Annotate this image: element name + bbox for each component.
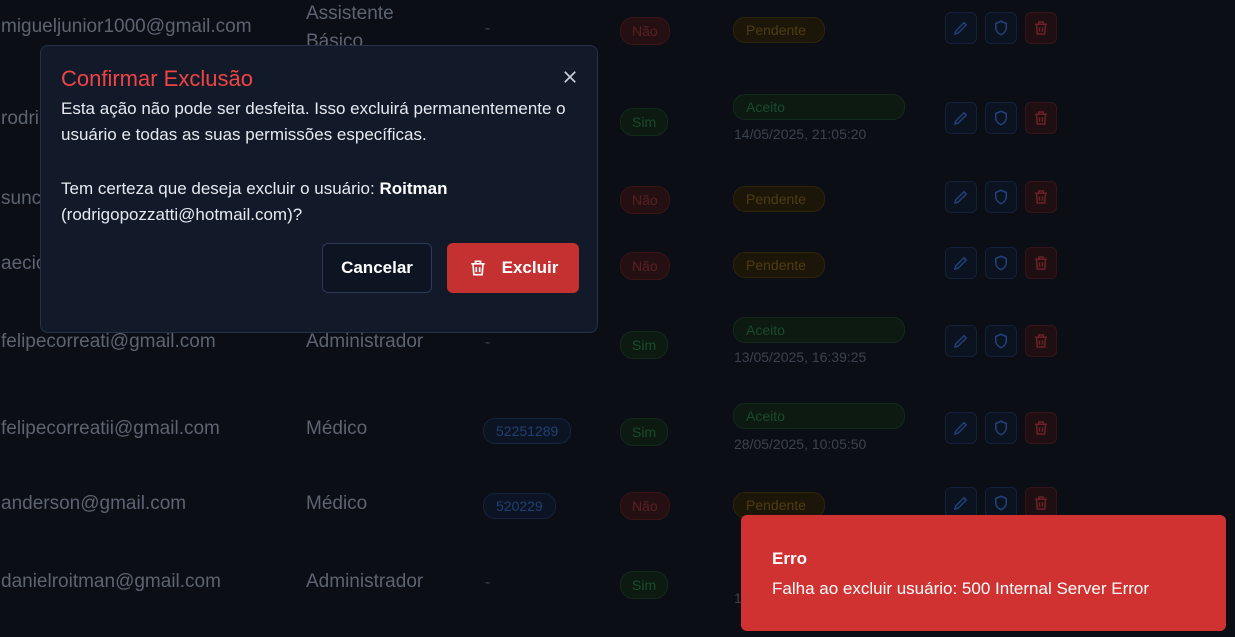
cancel-button[interactable]: Cancelar (322, 243, 432, 293)
edit-button[interactable] (945, 102, 977, 134)
pencil-icon (953, 256, 968, 271)
permissions-button[interactable] (985, 102, 1017, 134)
crm-badge: 520229 (483, 493, 556, 519)
permissions-button[interactable] (985, 412, 1017, 444)
shield-icon (995, 110, 1007, 126)
shield-icon (995, 495, 1007, 511)
shield-icon (995, 255, 1007, 271)
trash-icon (1035, 334, 1047, 348)
user-role: Médico (306, 493, 368, 514)
permissions-button[interactable] (985, 325, 1017, 357)
pencil-icon (953, 421, 968, 436)
user-email: anderson@gmail.com (1, 493, 187, 514)
delete-label: Excluir (501, 258, 559, 277)
edit-button[interactable] (945, 12, 977, 44)
edit-button[interactable] (945, 247, 977, 279)
user-crm: - (485, 334, 491, 351)
accepted-date: 13/05/2025, 16:39:25 (734, 349, 867, 365)
status-badge: Aceito (733, 317, 905, 343)
trash-icon (1035, 190, 1047, 204)
toast-message: Falha ao excluir usuário: 500 Internal S… (772, 579, 1150, 598)
status-badge: Pendente (733, 252, 825, 278)
confirm-prefix: Tem certeza que deseja excluir o usuário… (61, 179, 380, 198)
delete-button[interactable] (1025, 412, 1057, 444)
accepted-date: 14/05/2025, 21:05:20 (734, 126, 867, 142)
pencil-icon (953, 496, 968, 511)
user-email: felipecorreatii@gmail.com (1, 418, 220, 439)
delete-button[interactable] (1025, 247, 1057, 279)
trash-icon (1035, 21, 1047, 35)
permissions-button[interactable] (985, 12, 1017, 44)
edit-button[interactable] (945, 412, 977, 444)
confirm-delete-dialog: Confirmar Exclusão Esta ação não pode se… (40, 45, 598, 333)
active-badge: Sim (620, 571, 669, 599)
dialog-title: Confirmar Exclusão (61, 66, 253, 91)
user-email: felipecorreati@gmail.com (1, 331, 216, 352)
delete-button[interactable] (1025, 102, 1057, 134)
status-badge: Aceito (733, 403, 905, 429)
edit-button[interactable] (945, 325, 977, 357)
delete-button[interactable] (1025, 181, 1057, 213)
user-role: Administrador (306, 571, 424, 592)
active-badge: Não (620, 186, 670, 214)
status-badge: Aceito (733, 94, 905, 120)
active-badge: Não (620, 17, 670, 45)
active-badge: Não (620, 492, 670, 520)
trash-icon (1035, 496, 1047, 510)
shield-icon (995, 189, 1007, 205)
accepted-date: 28/05/2025, 10:05:50 (734, 436, 867, 452)
trash-icon (1035, 421, 1047, 435)
active-badge: Não (620, 252, 670, 280)
shield-icon (995, 20, 1007, 36)
user-email: sunc (1, 188, 42, 209)
error-toast[interactable]: Erro Falha ao excluir usuário: 500 Inter… (741, 515, 1226, 631)
pencil-icon (953, 21, 968, 36)
pencil-icon (953, 111, 968, 126)
edit-button[interactable] (945, 181, 977, 213)
permissions-button[interactable] (985, 247, 1017, 279)
pencil-icon (953, 190, 968, 205)
shield-icon (995, 333, 1007, 349)
delete-button[interactable] (1025, 12, 1057, 44)
trash-icon (470, 260, 485, 276)
status-badge: Pendente (733, 186, 825, 212)
delete-button[interactable] (1025, 325, 1057, 357)
user-email-text: (rodrigopozzatti@hotmail.com)? (61, 205, 303, 224)
user-email: migueljunior1000@gmail.com (1, 16, 252, 37)
crm-badge: 52251289 (483, 418, 572, 444)
user-role: Médico (306, 418, 368, 439)
cancel-label: Cancelar (341, 258, 413, 277)
trash-icon (1035, 111, 1047, 125)
user-crm: - (485, 20, 491, 37)
user-crm: - (485, 574, 491, 591)
dialog-confirm-text: Tem certeza que deseja excluir o usuário… (61, 176, 581, 228)
pencil-icon (953, 334, 968, 349)
shield-icon (995, 420, 1007, 436)
delete-button[interactable]: Excluir (447, 243, 579, 293)
status-badge: Pendente (733, 17, 825, 43)
toast-title: Erro (772, 549, 807, 568)
user-email: danielroitman@gmail.com (1, 571, 221, 592)
close-icon[interactable] (561, 68, 579, 86)
user-email: rodri (1, 108, 40, 129)
user-name: Roitman (379, 179, 448, 198)
active-badge: Sim (620, 418, 669, 446)
active-badge: Sim (620, 331, 669, 359)
permissions-button[interactable] (985, 181, 1017, 213)
dialog-description: Esta ação não pode ser desfeita. Isso ex… (61, 99, 566, 144)
trash-icon (1035, 256, 1047, 270)
active-badge: Sim (620, 108, 669, 136)
